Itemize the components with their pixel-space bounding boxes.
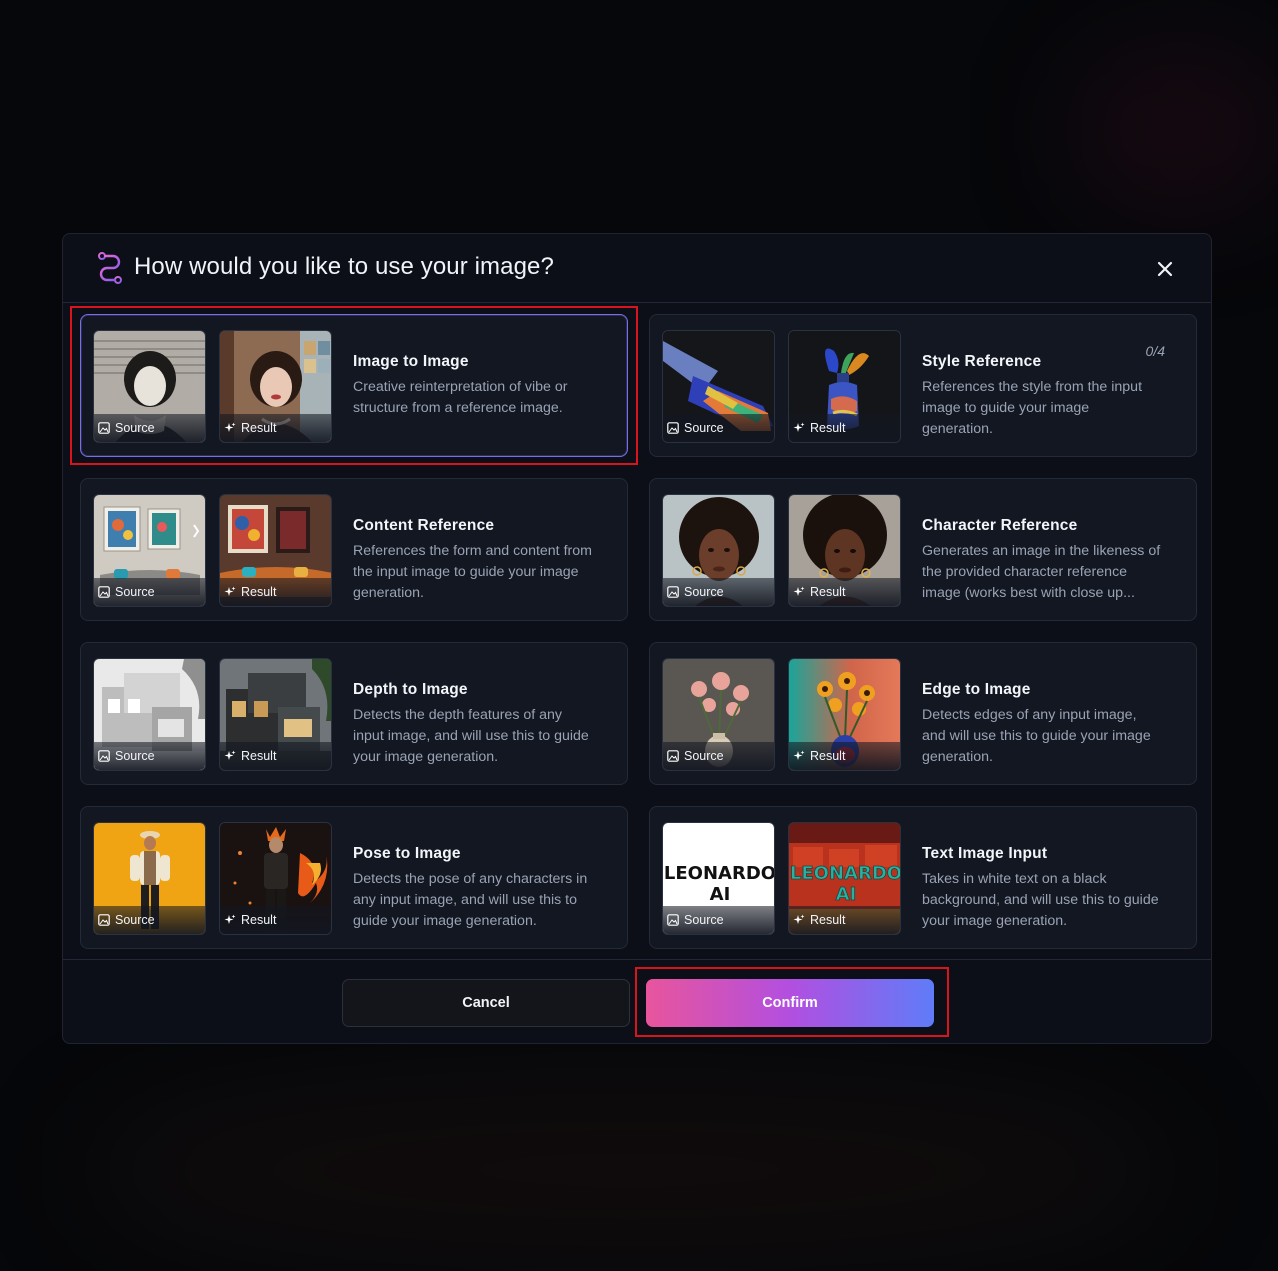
option-title: Pose to Image xyxy=(353,845,461,862)
sparkle-icon xyxy=(793,586,805,596)
source-label: Source xyxy=(663,742,774,770)
reference-count-badge: 0/4 xyxy=(1145,343,1165,359)
result-thumbnail: Result xyxy=(788,330,901,443)
option-card-text-image-input[interactable]: LEONARDO AI Source LEONARDO AI Result Te… xyxy=(649,806,1197,949)
use-image-dialog: How would you like to use your image? So… xyxy=(62,233,1212,1044)
image-icon xyxy=(667,750,679,762)
option-title: Image to Image xyxy=(353,353,469,370)
image-icon xyxy=(98,422,110,434)
result-thumbnail: Result xyxy=(219,822,332,935)
sparkle-icon xyxy=(224,914,236,924)
option-title: Style Reference xyxy=(922,353,1042,370)
source-thumbnail: LEONARDO AI Source xyxy=(662,822,775,935)
option-title: Edge to Image xyxy=(922,681,1031,698)
result-label: Result xyxy=(789,414,900,442)
option-card-depth-to-image[interactable]: Source Result Depth to Image Detects the… xyxy=(80,642,628,785)
cancel-button[interactable]: Cancel xyxy=(342,979,630,1027)
source-thumbnail: Source xyxy=(662,330,775,443)
source-thumbnail: Source xyxy=(662,494,775,607)
option-description: References the style from the input imag… xyxy=(922,379,1143,437)
option-card-character-reference[interactable]: Source Result Character Reference Genera… xyxy=(649,478,1197,621)
sparkle-icon xyxy=(224,586,236,596)
option-description: Takes in white text on a black backgroun… xyxy=(922,871,1159,929)
sparkle-icon xyxy=(793,422,805,432)
dialog-header: How would you like to use your image? xyxy=(63,234,1211,303)
source-label: Source xyxy=(94,906,205,934)
result-label: Result xyxy=(220,906,331,934)
leonardo-text-line-1: LEONARDO xyxy=(790,863,901,884)
source-label: Source xyxy=(94,414,205,442)
option-description: Generates an image in the likeness of th… xyxy=(922,543,1161,601)
option-title: Character Reference xyxy=(922,517,1078,534)
result-label: Result xyxy=(789,578,900,606)
option-title: Text Image Input xyxy=(922,845,1048,862)
source-label: Source xyxy=(94,742,205,770)
source-thumbnail: Source xyxy=(93,658,206,771)
option-title: Content Reference xyxy=(353,517,495,534)
leonardo-text-line-1: LEONARDO xyxy=(664,863,775,884)
result-label: Result xyxy=(220,414,331,442)
option-description: Creative reinterpretation of vibe or str… xyxy=(353,379,568,416)
leonardo-path-logo-icon xyxy=(98,252,122,284)
result-thumbnail: Result xyxy=(788,494,901,607)
image-icon xyxy=(667,586,679,598)
result-label: Result xyxy=(789,742,900,770)
leonardo-text-line-2: AI xyxy=(836,884,857,905)
background-glow xyxy=(80,1080,1180,1260)
option-card-style-reference[interactable]: Source Result Style Reference References… xyxy=(649,314,1197,457)
dialog-title: How would you like to use your image? xyxy=(134,253,554,280)
image-icon xyxy=(98,750,110,762)
option-description: Detects the depth features of any input … xyxy=(353,707,589,765)
source-label: Source xyxy=(663,414,774,442)
image-icon xyxy=(98,914,110,926)
option-card-image-to-image[interactable]: Source Result Image to Image Creative re… xyxy=(80,314,628,457)
image-icon xyxy=(98,586,110,598)
source-label: Source xyxy=(663,578,774,606)
dialog-footer: Cancel Confirm xyxy=(63,959,1211,1046)
result-thumbnail: Result xyxy=(219,330,332,443)
confirm-button[interactable]: Confirm xyxy=(646,979,934,1027)
source-thumbnail: Source xyxy=(93,494,206,607)
option-card-edge-to-image[interactable]: Source Result Edge to Image Detects edge… xyxy=(649,642,1197,785)
close-icon[interactable] xyxy=(1155,259,1175,279)
option-description: Detects edges of any input image, and wi… xyxy=(922,707,1151,765)
option-description: References the form and content from the… xyxy=(353,543,592,601)
source-label: Source xyxy=(663,906,774,934)
result-thumbnail: Result xyxy=(219,494,332,607)
option-card-pose-to-image[interactable]: Source Result Pose to Image Detects the … xyxy=(80,806,628,949)
source-thumbnail: Source xyxy=(662,658,775,771)
result-thumbnail: Result xyxy=(788,658,901,771)
sparkle-icon xyxy=(793,914,805,924)
source-label: Source xyxy=(94,578,205,606)
leonardo-text-line-2: AI xyxy=(710,884,731,905)
source-thumbnail: Source xyxy=(93,822,206,935)
result-label: Result xyxy=(220,578,331,606)
image-icon xyxy=(667,422,679,434)
sparkle-icon xyxy=(224,422,236,432)
sparkle-icon xyxy=(793,750,805,760)
result-label: Result xyxy=(220,742,331,770)
result-label: Result xyxy=(789,906,900,934)
background-glow xyxy=(1080,60,1278,200)
option-description: Detects the pose of any characters in an… xyxy=(353,871,588,929)
option-card-content-reference[interactable]: Source Result Content Reference Referenc… xyxy=(80,478,628,621)
result-thumbnail: LEONARDO AI Result xyxy=(788,822,901,935)
sparkle-icon xyxy=(224,750,236,760)
result-thumbnail: Result xyxy=(219,658,332,771)
option-title: Depth to Image xyxy=(353,681,468,698)
source-thumbnail: Source xyxy=(93,330,206,443)
image-icon xyxy=(667,914,679,926)
